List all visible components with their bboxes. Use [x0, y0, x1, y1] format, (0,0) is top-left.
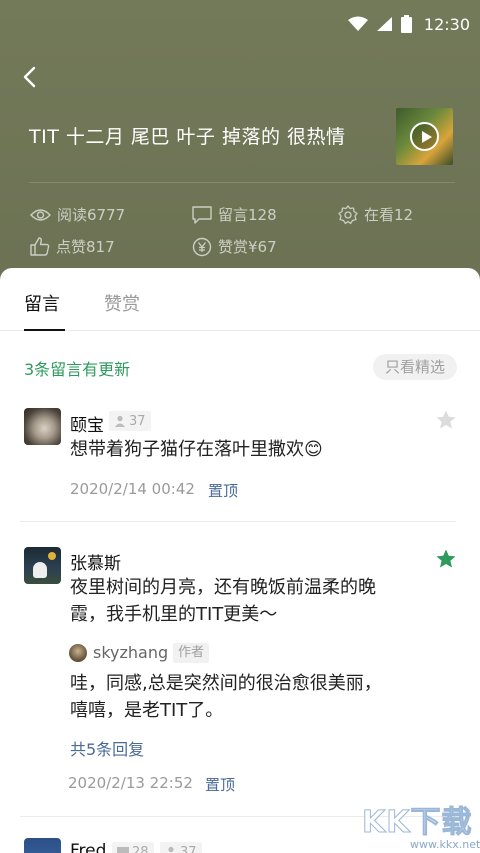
rewards-label: 赞赏¥67 — [218, 238, 277, 256]
play-icon[interactable] — [410, 122, 439, 151]
watermark-logo: KK下载 — [362, 805, 473, 841]
likes-label: 点赞817 — [56, 238, 115, 256]
gear-icon — [338, 204, 358, 224]
more-replies-link[interactable]: 共5条回复 — [70, 736, 144, 760]
badge-count: 37 — [129, 413, 146, 429]
commenter-name[interactable]: 颐宝 — [70, 411, 104, 436]
header-divider — [29, 182, 455, 183]
commenter-name[interactable]: 张慕斯 — [70, 549, 121, 574]
avatar[interactable] — [24, 547, 61, 584]
battery-icon — [400, 15, 412, 33]
reply-author-name[interactable]: skyzhang — [93, 643, 168, 662]
eye-icon — [30, 208, 51, 221]
person-icon — [168, 846, 174, 853]
comments-label: 留言128 — [218, 206, 277, 224]
badge-count: 37 — [180, 844, 197, 853]
user-badge: 37 — [160, 842, 202, 853]
reply-text-line2: 嘻嘻，是老TIT了。 — [70, 700, 224, 721]
avatar[interactable] — [24, 408, 61, 445]
thumbs-up-icon — [30, 237, 50, 256]
wifi-icon — [347, 16, 368, 31]
status-time: 12:30 — [423, 14, 470, 34]
pin-button[interactable]: 置顶 — [208, 480, 238, 501]
updates-notice[interactable]: 3条留言有更新 — [24, 356, 130, 380]
star-outline-icon[interactable] — [435, 409, 457, 431]
author-tag: 作者 — [173, 643, 210, 663]
comment-text-line2: 霞，我手机里的TIT更美～ — [70, 604, 278, 625]
comments-panel: 留言 赞赏 3条留言有更新 只看精选 颐宝 37 想带着狗子猫仔在落叶里撒欢😊 … — [0, 268, 480, 853]
signal-icon — [376, 17, 392, 31]
commenter-name[interactable]: Fred — [70, 841, 106, 853]
star-filled-icon[interactable] — [435, 548, 457, 570]
tab-bar: 留言 赞赏 — [0, 268, 480, 331]
comment-divider — [20, 521, 456, 522]
message-icon — [117, 846, 129, 853]
badge-count: 28 — [132, 844, 149, 853]
tab-comments[interactable]: 留言 — [24, 290, 60, 316]
yen-coin-icon — [192, 237, 212, 256]
message-count-badge: 28 — [112, 842, 154, 853]
stat-reads: 阅读6777 — [30, 204, 125, 225]
featured-only-button[interactable]: 只看精选 — [373, 354, 457, 380]
pin-button[interactable]: 置顶 — [205, 774, 235, 795]
comment-text-line1: 夜里树间的月亮，还有晚饭前温柔的晚 — [70, 577, 376, 598]
avatar[interactable] — [24, 838, 61, 853]
tab-rewards[interactable]: 赞赏 — [104, 290, 140, 316]
comment-icon — [192, 205, 212, 224]
reads-label: 阅读6777 — [57, 206, 126, 224]
reply-avatar[interactable] — [69, 644, 87, 662]
stat-comments: 留言128 — [192, 204, 277, 225]
comment-date: 2020/2/13 22:52 — [68, 774, 193, 792]
person-icon — [115, 415, 125, 427]
status-bar: 12:30 — [0, 0, 480, 48]
comment-text: 想带着狗子猫仔在落叶里撒欢😊 — [70, 439, 323, 460]
watching-label: 在看12 — [364, 206, 414, 224]
article-title: TIT 十二月 尾巴 叶子 掉落的 很热情 — [29, 126, 346, 148]
comment-date: 2020/2/14 00:42 — [70, 480, 195, 498]
back-arrow-icon[interactable] — [18, 64, 44, 90]
stat-likes: 点赞817 — [30, 236, 115, 257]
reply-text-line1: 哇，同感,总是突然间的很治愈很美丽， — [70, 673, 382, 694]
stat-rewards: 赞赏¥67 — [192, 236, 277, 257]
tab-active-indicator — [24, 329, 65, 331]
user-badge: 37 — [109, 411, 151, 431]
video-thumbnail[interactable] — [396, 108, 453, 165]
stat-watching: 在看12 — [338, 204, 413, 225]
watermark-url: www.kkx.net — [410, 838, 480, 851]
